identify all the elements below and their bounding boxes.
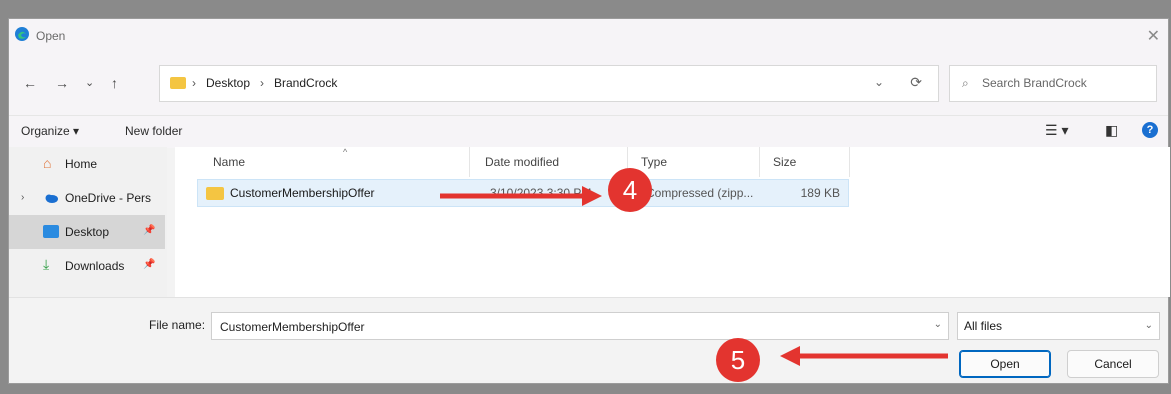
- annotation-arrows: [440, 186, 948, 366]
- step-4-badge: 4: [608, 168, 652, 212]
- arrow-4-head: [582, 186, 602, 206]
- step-5-badge: 5: [716, 338, 760, 382]
- arrow-5-head: [780, 346, 800, 366]
